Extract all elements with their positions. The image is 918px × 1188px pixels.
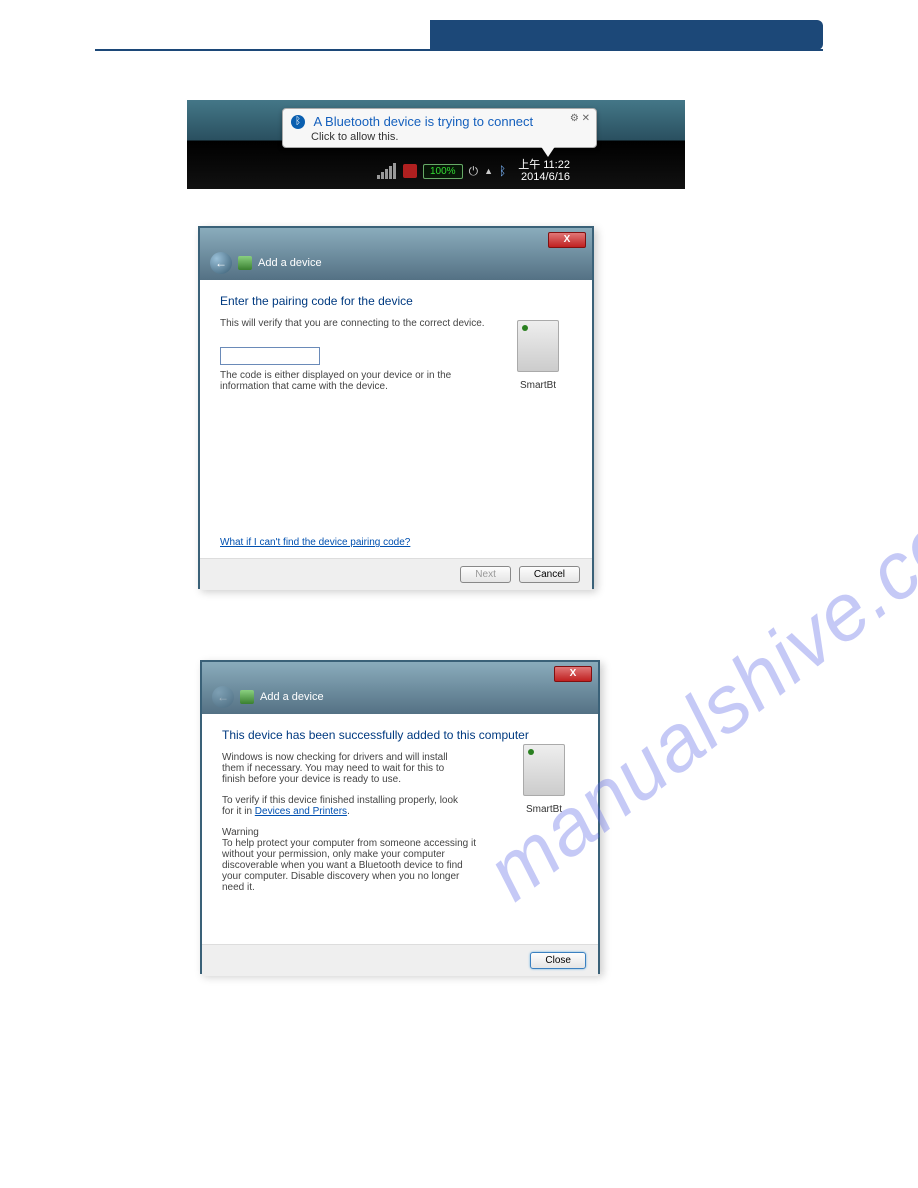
- dialog-heading: This device has been successfully added …: [222, 728, 578, 742]
- clock-time: 上午 11:22: [518, 159, 570, 171]
- success-paragraph-2: To verify if this device finished instal…: [222, 795, 462, 817]
- battery-indicator[interactable]: 100%: [423, 164, 463, 179]
- bluetooth-icon: ᛒ: [291, 115, 305, 129]
- back-button-disabled: ←: [212, 686, 234, 708]
- action-center-icon[interactable]: [403, 164, 417, 178]
- bluetooth-notification-balloon[interactable]: ᛒ A Bluetooth device is trying to connec…: [282, 108, 597, 148]
- notification-subtitle: Click to allow this.: [311, 131, 588, 143]
- dialog-footer: Close: [202, 944, 598, 976]
- show-hidden-icons[interactable]: ▲: [484, 166, 493, 176]
- pairing-code-input[interactable]: [220, 347, 320, 365]
- device-name-label: SmartBt: [508, 380, 568, 391]
- system-tray: 100% ⏻ ▲ ᛒ 上午 11:22 2014/6/16: [377, 157, 681, 185]
- header-accent-bar: [430, 20, 823, 50]
- warning-text: To help protect your computer from someo…: [222, 838, 476, 893]
- device-wizard-icon: [240, 690, 254, 704]
- close-button[interactable]: X: [554, 666, 592, 682]
- clock[interactable]: 上午 11:22 2014/6/16: [518, 159, 570, 183]
- close-dialog-button[interactable]: Close: [530, 952, 586, 969]
- dialog-titlebar: X ← Add a device: [200, 228, 592, 280]
- taskbar-screenshot: ᛒ A Bluetooth device is trying to connec…: [187, 100, 685, 189]
- device-name-label: SmartBt: [514, 804, 574, 815]
- notification-option-icons[interactable]: ⚙ ✕: [570, 113, 590, 124]
- bluetooth-tray-icon[interactable]: ᛒ: [499, 164, 506, 178]
- cancel-button[interactable]: Cancel: [519, 566, 580, 583]
- power-icon[interactable]: ⏻: [469, 164, 479, 179]
- success-paragraph-1: Windows is now checking for drivers and …: [222, 752, 462, 785]
- header-underline: [95, 49, 823, 51]
- dialog-heading: Enter the pairing code for the device: [220, 294, 572, 308]
- add-device-success-dialog: X ← Add a device This device has been su…: [200, 660, 600, 974]
- pairing-code-hint: The code is either displayed on your dev…: [220, 370, 460, 392]
- back-button[interactable]: ←: [210, 252, 232, 274]
- pairing-help-link[interactable]: What if I can't find the device pairing …: [220, 537, 410, 548]
- dialog-title: Add a device: [260, 691, 324, 703]
- next-button[interactable]: Next: [460, 566, 511, 583]
- dialog-title: Add a device: [258, 257, 322, 269]
- add-device-pairing-dialog: X ← Add a device Enter the pairing code …: [198, 226, 594, 589]
- clock-date: 2014/6/16: [518, 171, 570, 183]
- warning-block: Warning To help protect your computer fr…: [222, 827, 482, 893]
- dialog-footer: Next Cancel: [200, 558, 592, 590]
- device-wizard-icon: [238, 256, 252, 270]
- signal-icon[interactable]: [377, 163, 397, 179]
- warning-label: Warning: [222, 827, 482, 838]
- devices-and-printers-link[interactable]: Devices and Printers: [255, 806, 347, 817]
- close-button[interactable]: X: [548, 232, 586, 248]
- notification-title: A Bluetooth device is trying to connect: [313, 114, 533, 129]
- device-icon: [523, 744, 565, 796]
- dialog-titlebar: X ← Add a device: [202, 662, 598, 714]
- device-icon: [517, 320, 559, 372]
